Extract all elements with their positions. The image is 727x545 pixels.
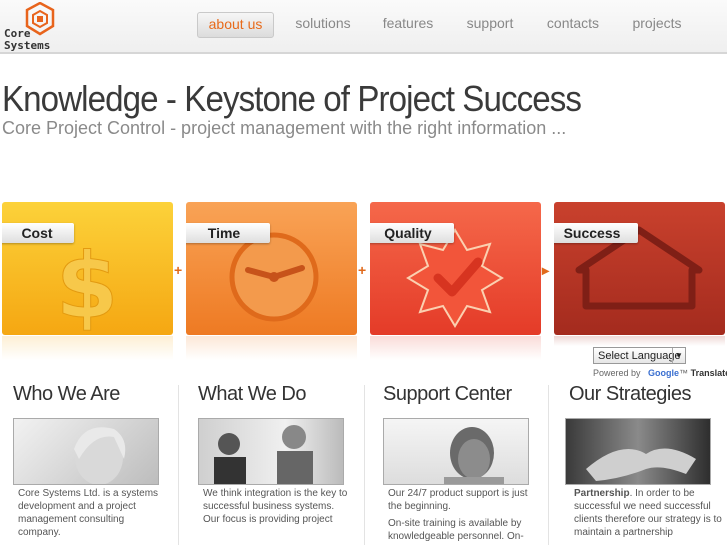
column-text-line: Our focus is providing project — [203, 514, 333, 525]
column-text-line: On-site training is available by knowled… — [388, 518, 524, 542]
column-text: Partnership. In order to be successful w… — [574, 487, 724, 539]
page-title: Knowledge - Keystone of Project Success — [2, 78, 582, 119]
nav-features[interactable]: features — [378, 12, 438, 36]
language-select-label: Select Language — [598, 350, 681, 362]
divider — [178, 385, 179, 545]
card-quality[interactable]: Quality — [370, 202, 541, 335]
column-text: Our 24/7 product support is just the beg… — [388, 487, 538, 543]
divider — [364, 385, 365, 545]
column-what-we-do: What We Do We think integration is the k… — [198, 383, 368, 525]
column-title[interactable]: Our Strategies — [569, 383, 727, 406]
nav-contacts[interactable]: contacts — [542, 12, 604, 36]
nav-about-us[interactable]: about us — [197, 12, 274, 38]
photo-handshake — [565, 418, 711, 485]
reflection — [2, 336, 173, 360]
card-label-cost: Cost — [2, 223, 74, 243]
page-subtitle: Core Project Control - project managemen… — [2, 118, 567, 138]
column-title[interactable]: What We Do — [198, 383, 368, 406]
card-cost[interactable]: $ Cost — [2, 202, 173, 335]
arrow-separator: ▸ — [542, 262, 550, 278]
column-text-line: We think integration is the key to succe… — [203, 488, 348, 512]
svg-text:$: $ — [56, 234, 119, 335]
clock-icon — [229, 232, 319, 322]
card-success[interactable]: Success — [554, 202, 725, 335]
column-text: Core Systems Ltd. is a systems developme… — [18, 488, 159, 538]
photo-team — [198, 418, 344, 485]
nav-solutions[interactable]: solutions — [290, 12, 356, 36]
divider — [548, 385, 549, 545]
nav-projects[interactable]: projects — [628, 12, 686, 36]
column-support-center: Support Center Our 24/7 product support … — [383, 383, 553, 542]
plus-separator: + — [358, 262, 367, 278]
logo-line2: Systems — [4, 39, 51, 52]
powered-by-label: Powered by — [593, 368, 641, 378]
logo-text: Core Systems — [4, 28, 50, 52]
dollar-icon: $ — [55, 234, 119, 336]
badge-check-icon — [406, 228, 504, 328]
card-label-success: Success — [554, 223, 638, 243]
plus-separator: + — [174, 262, 183, 278]
house-icon — [575, 226, 703, 310]
header: Core Systems about us solutions features… — [0, 0, 727, 54]
photo-support-agent — [383, 418, 529, 485]
reflection — [186, 336, 357, 360]
column-our-strategies: Our Strategies Partnership. In order to … — [565, 383, 727, 538]
powered-by: Powered by Google™ Translate — [593, 368, 727, 378]
column-text-bold: Partnership — [574, 488, 630, 499]
column-title[interactable]: Who We Are — [13, 383, 183, 406]
card-label-quality: Quality — [370, 223, 454, 243]
column-text: We think integration is the key to succe… — [203, 487, 353, 526]
chevron-down-icon: ▼ — [672, 348, 685, 363]
reflection — [554, 336, 725, 346]
column-who-we-are: Who We Are Core Systems Ltd. is a system… — [13, 383, 183, 538]
card-time[interactable]: Time — [186, 202, 357, 335]
reflection — [370, 336, 541, 360]
logo[interactable]: Core Systems — [2, 2, 62, 52]
column-title[interactable]: Support Center — [383, 383, 553, 406]
card-label-time: Time — [186, 223, 270, 243]
column-text-line: Our 24/7 product support is just the beg… — [388, 488, 528, 512]
translate-link[interactable]: Translate — [691, 368, 727, 378]
language-select[interactable]: Select Language ▼ — [593, 347, 686, 364]
photo-woman — [13, 418, 159, 485]
nav-support[interactable]: support — [462, 12, 518, 36]
google-logo[interactable]: Google — [648, 368, 679, 378]
